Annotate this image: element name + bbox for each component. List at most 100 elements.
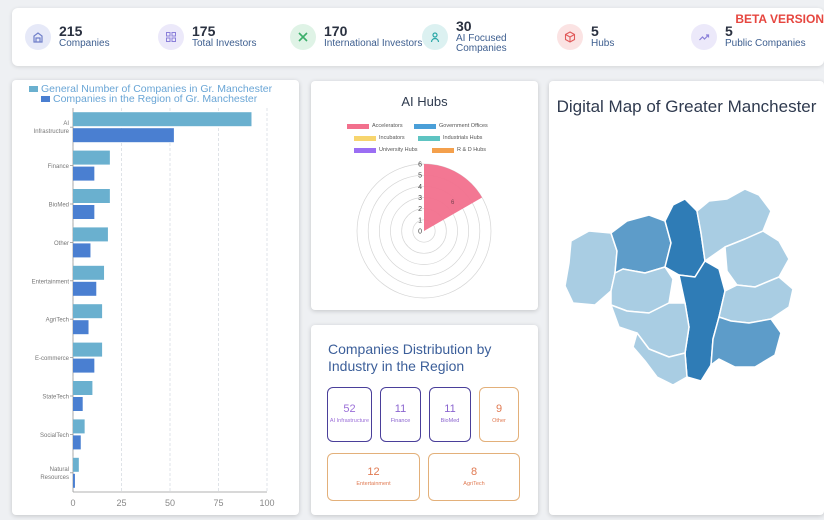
card-label: AI Infrastructure xyxy=(329,418,370,425)
stat-label: Public Companies xyxy=(725,38,806,50)
trend-icon xyxy=(691,24,717,50)
polar-tick-label: 0 xyxy=(418,229,422,236)
stat-value: 30 xyxy=(456,18,472,35)
hub-legend-industrials-hubs[interactable]: Industrials Hubs xyxy=(418,135,482,141)
bar-general[interactable] xyxy=(73,112,252,127)
hub-legend-rd-hubs[interactable]: R & D Hubs xyxy=(432,147,486,153)
card-label: Finance xyxy=(390,418,411,425)
distribution-title: Companies Distribution by Industry in th… xyxy=(328,341,492,374)
card-value: 9 xyxy=(495,403,503,416)
card-label: AgriTech xyxy=(463,480,485,487)
industry-card-finance[interactable]: 11 Finance xyxy=(380,387,421,442)
bar-general[interactable] xyxy=(73,150,110,165)
stat-value: 215 xyxy=(59,23,83,40)
legend-label: Incubators xyxy=(379,135,405,141)
x-tick-label: 25 xyxy=(116,498,126,508)
industry-card-biomed[interactable]: 11 BioMed xyxy=(429,387,471,442)
y-tick-label: E-commerce xyxy=(35,356,70,362)
y-tick-label: AI Infrastructure xyxy=(34,121,70,135)
ai-hubs-polar-chart: 01234566 xyxy=(356,162,492,299)
bar-region[interactable] xyxy=(73,320,89,335)
card-value: 11 xyxy=(394,403,407,416)
bar-general[interactable] xyxy=(73,189,110,203)
beta-version-label: BETA VERSION xyxy=(735,12,824,26)
person-icon xyxy=(422,24,448,50)
polar-tick-label: 2 xyxy=(418,206,422,213)
bar-general[interactable] xyxy=(73,227,108,242)
card-label: Entertainment xyxy=(356,480,391,487)
industry-bar-chart-panel: General Number of Companies in Gr. Manch… xyxy=(12,80,299,515)
bar-region[interactable] xyxy=(73,243,91,258)
industry-card-entertainment[interactable]: 12 Entertainment xyxy=(327,453,420,501)
bar-region[interactable] xyxy=(73,358,95,373)
map-region-stockport[interactable] xyxy=(710,316,782,368)
legend-swatch xyxy=(432,147,454,153)
ai-hubs-panel: AI Hubs Accelerators Government Offices … xyxy=(311,81,538,310)
x-tick-label: 75 xyxy=(213,498,223,508)
bar-general[interactable] xyxy=(73,342,103,357)
map-region-wigan[interactable] xyxy=(564,230,618,306)
y-tick-label: Natural Resources xyxy=(40,467,69,481)
x-tick-label: 0 xyxy=(70,498,75,508)
legend-swatch xyxy=(354,135,376,141)
bar-general[interactable] xyxy=(73,304,103,319)
bar-general[interactable] xyxy=(73,381,93,395)
hub-legend-university-hubs[interactable]: University Hubs xyxy=(354,147,418,153)
map-region-bolton[interactable] xyxy=(610,214,672,274)
greater-manchester-map xyxy=(564,188,794,386)
polar-tick-label: 1 xyxy=(418,217,422,224)
card-label: Other xyxy=(492,418,506,425)
cross-arrows-icon xyxy=(290,24,316,50)
legend-swatch xyxy=(414,123,436,129)
stat-label: Total Investors xyxy=(192,38,257,50)
legend-swatch xyxy=(418,135,440,141)
stat-total-investors[interactable]: 175 Total Investors xyxy=(158,8,256,66)
industry-card-agritech[interactable]: 8 AgriTech xyxy=(428,453,520,501)
bar-chart: 0 25 50 75 100 AI Infrastructure Finance BioMed O… xyxy=(32,108,275,508)
bar-region[interactable] xyxy=(73,473,75,488)
hub-legend-accelerators[interactable]: Accelerators xyxy=(347,123,403,129)
y-tick-label: Other xyxy=(54,241,69,247)
polar-segment[interactable] xyxy=(424,164,483,231)
y-tick-label: BioMed xyxy=(49,203,69,209)
bar-general[interactable] xyxy=(73,419,85,434)
bar-region[interactable] xyxy=(73,166,95,181)
bar-region[interactable] xyxy=(73,128,174,143)
stat-hubs[interactable]: 5 Hubs xyxy=(557,8,614,66)
distribution-panel: Companies Distribution by Industry in th… xyxy=(311,325,538,515)
industry-card-ai-infrastructure[interactable]: 52 AI Infrastructure xyxy=(327,387,372,442)
stat-companies[interactable]: 215 Companies xyxy=(25,8,110,66)
legend-item-region[interactable]: Companies in the Region of Gr. Mancheste… xyxy=(41,93,257,105)
stat-label: International Investors xyxy=(324,38,423,50)
bar-general[interactable] xyxy=(73,457,79,472)
card-value: 11 xyxy=(444,403,456,416)
y-tick-label: Finance xyxy=(48,164,70,170)
stat-ai-focused[interactable]: 30 AI Focused Companies xyxy=(422,8,516,66)
stat-value: 5 xyxy=(591,23,599,40)
building-icon xyxy=(25,24,51,50)
bar-region[interactable] xyxy=(73,281,97,296)
industry-card-other[interactable]: 9 Other xyxy=(479,387,519,442)
hub-legend-incubators[interactable]: Incubators xyxy=(354,135,405,141)
polar-tick-label: 4 xyxy=(418,184,422,191)
y-tick-label: StateTech xyxy=(42,395,69,401)
y-tick-label: Entertainment xyxy=(32,279,70,285)
x-tick-label: 100 xyxy=(259,498,274,508)
stat-value: 5 xyxy=(725,23,733,40)
y-tick-label: AgriTech xyxy=(46,318,69,324)
grid-icon xyxy=(158,24,184,50)
card-value: 8 xyxy=(470,465,478,478)
legend-swatch xyxy=(29,86,38,92)
polar-tick-label: 6 xyxy=(418,162,422,169)
legend-label: University Hubs xyxy=(379,147,418,153)
x-tick-label: 50 xyxy=(165,498,175,508)
stat-international-investors[interactable]: 170 International Investors xyxy=(290,8,422,66)
hub-legend-government-offices[interactable]: Government Offices xyxy=(414,123,488,129)
bar-region[interactable] xyxy=(73,397,83,411)
legend-swatch xyxy=(354,147,376,153)
bar-region[interactable] xyxy=(73,205,95,219)
card-value: 12 xyxy=(367,465,380,478)
bar-region[interactable] xyxy=(73,435,81,450)
card-value: 52 xyxy=(343,403,356,416)
bar-general[interactable] xyxy=(73,265,105,280)
